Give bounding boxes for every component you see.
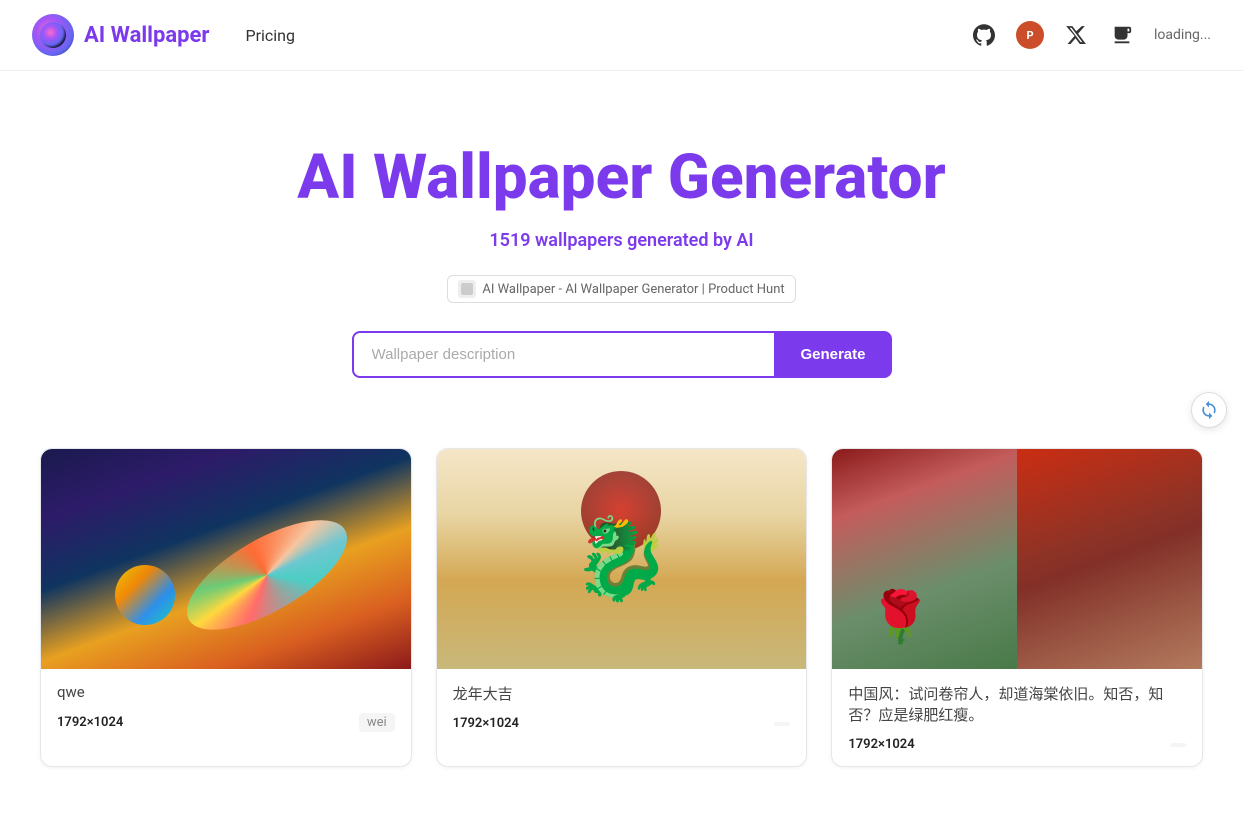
logo-link[interactable]: AI Wallpaper [32, 14, 209, 56]
card-dimensions-1: 1792×1024 [57, 715, 123, 730]
card-info-2: 龙年大吉 1792×1024 [437, 669, 807, 745]
coffee-icon[interactable] [1108, 21, 1136, 49]
logo-text: AI Wallpaper [84, 23, 209, 48]
hero-subtitle-text: wallpapers generated by AI [531, 230, 754, 251]
generate-button[interactable]: Generate [774, 331, 891, 378]
card-author-1: wei [359, 713, 395, 732]
main-nav: Pricing [245, 26, 295, 45]
card-dimensions-3: 1792×1024 [848, 737, 914, 752]
card-author-3 [1170, 743, 1186, 747]
pricing-link[interactable]: Pricing [245, 26, 295, 45]
card-meta-3: 1792×1024 [848, 737, 1186, 752]
wallpaper-count: 1519 [489, 230, 530, 251]
badge-image [458, 280, 476, 298]
product-hunt-icon[interactable]: P [1016, 21, 1044, 49]
hero-section: AI Wallpaper Generator 1519 wallpapers g… [0, 71, 1243, 418]
github-icon[interactable] [970, 21, 998, 49]
product-hunt-badge[interactable]: AI Wallpaper - AI Wallpaper Generator | … [447, 275, 795, 303]
card-author-2 [774, 722, 790, 726]
card-title-2: 龙年大吉 [453, 683, 791, 704]
gallery-card: 中国风：试问卷帘人，却道海棠依旧。知否，知否？应是绿肥红瘦。 1792×1024 [831, 448, 1203, 767]
card-title-1: qwe [57, 683, 395, 701]
twitter-x-icon[interactable] [1062, 21, 1090, 49]
card-meta-1: 1792×1024 wei [57, 713, 395, 732]
floating-refresh-button[interactable] [1191, 392, 1227, 428]
gallery-card: qwe 1792×1024 wei [40, 448, 412, 767]
card-info-1: qwe 1792×1024 wei [41, 669, 411, 746]
wallpaper-description-input[interactable] [352, 331, 775, 378]
header: AI Wallpaper Pricing P loading... [0, 0, 1243, 71]
search-area: Generate [352, 331, 892, 378]
card-info-3: 中国风：试问卷帘人，却道海棠依旧。知否，知否？应是绿肥红瘦。 1792×1024 [832, 669, 1202, 766]
card-dimensions-2: 1792×1024 [453, 716, 519, 731]
wallpaper-image-1 [41, 449, 411, 669]
gallery-section: qwe 1792×1024 wei 龙年大吉 1792×1024 中国风：试问卷… [0, 418, 1243, 797]
wallpaper-image-3 [832, 449, 1202, 669]
wallpaper-image-2 [437, 449, 807, 669]
loading-status: loading... [1154, 27, 1211, 43]
hero-subtitle: 1519 wallpapers generated by AI [20, 230, 1223, 251]
hero-title: AI Wallpaper Generator [20, 141, 1223, 214]
badge-text: AI Wallpaper - AI Wallpaper Generator | … [482, 282, 784, 297]
card-meta-2: 1792×1024 [453, 716, 791, 731]
gallery-card: 龙年大吉 1792×1024 [436, 448, 808, 767]
card-title-3: 中国风：试问卷帘人，却道海棠依旧。知否，知否？应是绿肥红瘦。 [848, 683, 1186, 725]
header-actions: P loading... [970, 21, 1211, 49]
logo-icon [32, 14, 74, 56]
